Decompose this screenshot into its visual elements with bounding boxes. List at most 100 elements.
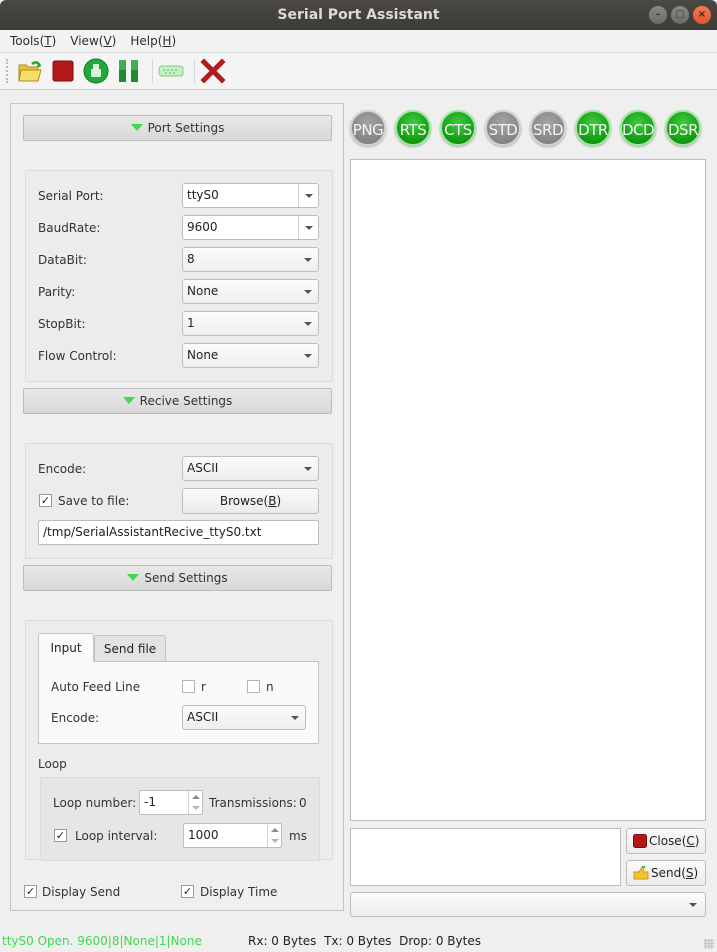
- close-icon: ×: [697, 9, 707, 20]
- save-to-file-label: Save to file:: [58, 494, 130, 508]
- receive-settings-group: Encode: ASCII ✓ Save to file: Browse(B) …: [25, 443, 333, 559]
- chevron-down-icon: [298, 280, 318, 303]
- display-send-checkbox[interactable]: ✓: [24, 885, 37, 898]
- expand-triangle-icon: [130, 124, 143, 131]
- display-send-label: Display Send: [42, 885, 121, 899]
- close-port-action-button[interactable]: Close(C): [626, 828, 706, 854]
- spin-down-icon[interactable]: [271, 839, 279, 843]
- toolbar-grip[interactable]: [6, 59, 10, 83]
- stopbit-combo[interactable]: 1: [182, 311, 319, 336]
- port-connector-button[interactable]: [157, 57, 185, 85]
- send-encode-combo[interactable]: ASCII: [182, 705, 306, 730]
- led-dtr[interactable]: DTR: [575, 110, 611, 146]
- led-std: STD: [485, 110, 521, 146]
- led-dsr: DSR: [665, 110, 701, 146]
- red-x-icon: [200, 58, 226, 84]
- save-file-path-input[interactable]: /tmp/SerialAssistantRecive_ttyS0.txt: [38, 520, 319, 545]
- receive-encode-combo[interactable]: ASCII: [182, 456, 319, 481]
- send-history-combo[interactable]: [350, 892, 706, 917]
- send-button[interactable]: Send(S): [626, 860, 706, 886]
- chevron-down-icon[interactable]: [298, 216, 318, 239]
- open-port-button[interactable]: [16, 57, 44, 85]
- folder-open-icon: [18, 61, 42, 82]
- send-text-input[interactable]: [350, 828, 621, 886]
- databit-combo[interactable]: 8: [182, 247, 319, 272]
- menu-tools[interactable]: Tools(T): [10, 34, 56, 48]
- loop-number-spinbox[interactable]: -1: [139, 790, 203, 815]
- drop-count: Drop: 0 Bytes: [399, 934, 481, 948]
- loop-interval-checkbox[interactable]: ✓: [54, 829, 67, 842]
- toolbar-separator: [152, 59, 153, 83]
- byte-counters: Rx: 0 Bytes Tx: 0 Bytes Drop: 0 Bytes: [248, 930, 481, 952]
- loop-number-label: Loop number:: [53, 796, 137, 810]
- loop-title: Loop: [38, 757, 67, 771]
- chevron-down-icon: [298, 248, 318, 271]
- receive-settings-toggle[interactable]: Recive Settings: [23, 388, 332, 414]
- receive-encode-label: Encode:: [38, 462, 87, 476]
- feed-n-label: n: [266, 680, 274, 694]
- loop-interval-label: Loop interval:: [75, 829, 158, 843]
- feed-r-checkbox[interactable]: [182, 680, 195, 693]
- exit-button[interactable]: [199, 57, 227, 85]
- baudrate-label: BaudRate:: [38, 221, 101, 235]
- serial-port-combo[interactable]: ttyS0: [182, 183, 319, 208]
- databit-label: DataBit:: [38, 253, 87, 267]
- display-time-label: Display Time: [200, 885, 278, 899]
- flow-control-combo[interactable]: None: [182, 343, 319, 368]
- chevron-down-icon[interactable]: [298, 184, 318, 207]
- led-srd: SRD: [530, 110, 566, 146]
- led-png: PNG: [350, 110, 386, 146]
- loop-interval-spinbox[interactable]: 1000: [183, 823, 282, 848]
- clear-button[interactable]: [82, 57, 110, 85]
- close-port-button[interactable]: [49, 57, 77, 85]
- stop-square-icon: [52, 60, 74, 82]
- feed-n-checkbox[interactable]: [247, 680, 260, 693]
- rx-count: Rx: 0 Bytes: [248, 934, 317, 948]
- port-settings-group: Serial Port: ttyS0 BaudRate: 9600 DataBi…: [25, 170, 333, 382]
- spin-down-icon[interactable]: [192, 806, 200, 810]
- tab-send-file[interactable]: Send file: [94, 635, 166, 661]
- baudrate-combo[interactable]: 9600: [182, 215, 319, 240]
- minimize-button[interactable]: –: [649, 6, 667, 24]
- parity-combo[interactable]: None: [182, 279, 319, 304]
- display-time-checkbox[interactable]: ✓: [181, 885, 194, 898]
- transmissions-label: Transmissions:: [209, 796, 297, 810]
- spin-up-icon[interactable]: [192, 795, 200, 799]
- menu-bar: Tools(T) View(V) Help(H): [0, 30, 717, 53]
- port-status-text: ttyS0 Open. 9600|8|None|1|None: [2, 934, 202, 948]
- status-bar: ttyS0 Open. 9600|8|None|1|None Rx: 0 Byt…: [0, 930, 717, 952]
- close-window-button[interactable]: ×: [693, 6, 711, 24]
- led-rts[interactable]: RTS: [395, 110, 431, 146]
- resize-grip[interactable]: [704, 939, 714, 949]
- serial-connector-icon: [158, 65, 184, 77]
- chevron-down-icon: [298, 344, 318, 367]
- tab-input[interactable]: Input: [38, 633, 94, 662]
- menu-view[interactable]: View(V): [70, 34, 116, 48]
- toolbar-separator: [194, 59, 195, 83]
- save-to-file-checkbox[interactable]: ✓: [39, 494, 52, 507]
- stopbit-label: StopBit:: [38, 317, 86, 331]
- chevron-down-icon: [298, 457, 318, 480]
- expand-triangle-icon: [127, 574, 140, 581]
- expand-triangle-icon: [122, 397, 135, 404]
- browse-button[interactable]: Browse(B): [182, 488, 319, 514]
- transmissions-count: 0: [299, 796, 307, 810]
- pause-button[interactable]: [115, 57, 143, 85]
- toolbar: [0, 53, 717, 90]
- port-settings-toggle[interactable]: Port Settings: [23, 115, 332, 141]
- stop-square-icon: [633, 834, 647, 848]
- maximize-icon: ▢: [675, 9, 685, 20]
- send-settings-toggle[interactable]: Send Settings: [23, 565, 332, 591]
- spin-up-icon[interactable]: [271, 828, 279, 832]
- menu-help[interactable]: Help(H): [130, 34, 176, 48]
- maximize-button[interactable]: ▢: [671, 6, 689, 24]
- window-title: Serial Port Assistant: [277, 7, 440, 23]
- input-tab-pane: Auto Feed Line r n Encode: ASCII: [38, 661, 319, 744]
- tx-count: Tx: 0 Bytes: [324, 934, 392, 948]
- receive-text-area[interactable]: [350, 159, 706, 821]
- led-cts: CTS: [440, 110, 476, 146]
- title-bar: Serial Port Assistant – ▢ ×: [0, 0, 717, 30]
- serial-port-label: Serial Port:: [38, 189, 104, 203]
- settings-panel: Port Settings Serial Port: ttyS0 BaudRat…: [10, 103, 344, 911]
- parity-label: Parity:: [38, 285, 76, 299]
